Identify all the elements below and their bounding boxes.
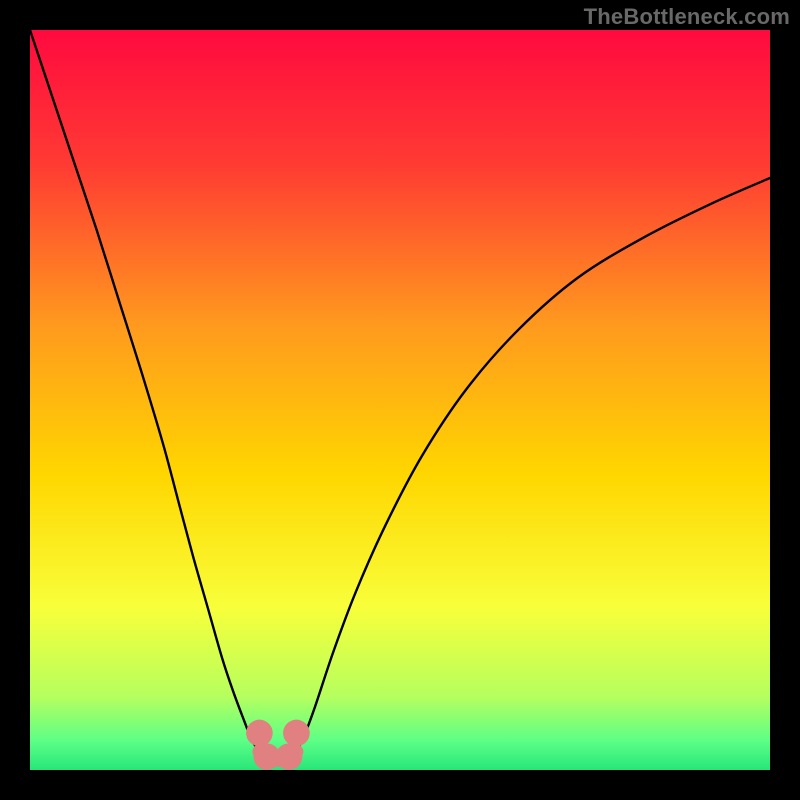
marker-endpoint-right-bottom — [276, 743, 303, 770]
bottleneck-chart — [30, 30, 770, 770]
marker-endpoint-right-top — [283, 720, 310, 747]
attribution-text: TheBottleneck.com — [584, 4, 790, 30]
outer-frame: TheBottleneck.com — [0, 0, 800, 800]
gradient-background — [30, 30, 770, 770]
marker-endpoint-left-top — [246, 720, 273, 747]
